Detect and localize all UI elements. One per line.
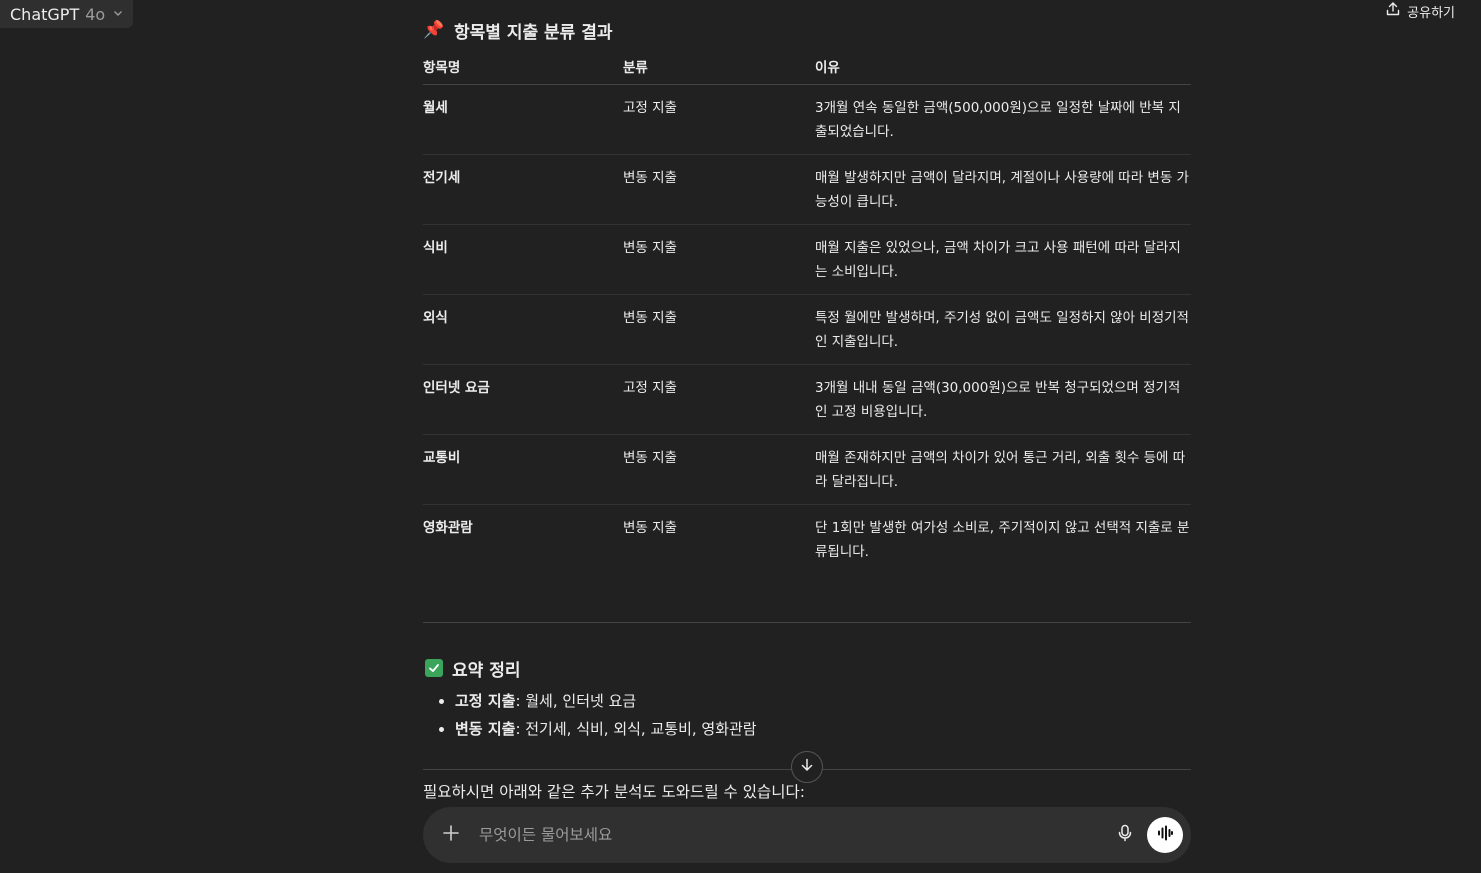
arrow-down-icon bbox=[799, 757, 815, 777]
followup-text: 필요하시면 아래와 같은 추가 분석도 도와드릴 수 있습니다: bbox=[423, 783, 805, 801]
list-item: 변동 지출: 전기세, 식비, 외식, 교통비, 영화관람 bbox=[455, 715, 1191, 743]
cell-name: 영화관람 bbox=[423, 520, 473, 536]
classification-heading: 📌 항목별 지출 분류 결과 bbox=[423, 14, 1191, 46]
table-row: 월세 고정 지출 3개월 연속 동일한 금액(500,000원)으로 일정한 날… bbox=[423, 84, 1191, 155]
model-version: 4o bbox=[85, 4, 106, 24]
plus-icon bbox=[442, 823, 460, 848]
voice-mode-button[interactable] bbox=[1147, 817, 1183, 853]
cell-name: 전기세 bbox=[423, 154, 623, 225]
cell-name: 식비 bbox=[423, 224, 623, 295]
cell-reason: 3개월 연속 동일한 금액(500,000원)으로 일정한 날짜에 반복 지출되… bbox=[815, 84, 1191, 155]
table-row: 전기세 변동 지출 매월 발생하지만 금액이 달라지며, 계절이나 사용량에 따… bbox=[423, 154, 1191, 225]
composer bbox=[423, 807, 1191, 863]
expense-table: 항목명 분류 이유 월세 고정 지출 3개월 연속 동일한 금액(500,000… bbox=[423, 48, 1191, 574]
cell-type: 변동 지출 bbox=[623, 520, 677, 536]
section-divider bbox=[423, 622, 1191, 623]
table-row: 인터넷 요금 고정 지출 3개월 내내 동일 금액(30,000원)으로 반복 … bbox=[423, 364, 1191, 435]
column-header-type: 분류 bbox=[623, 48, 815, 85]
table-row: 식비 변동 지출 매월 지출은 있었으나, 금액 차이가 크고 사용 패턴에 따… bbox=[423, 224, 1191, 295]
chevron-down-icon bbox=[113, 8, 123, 21]
table-row: 영화관람 변동 지출 단 1회만 발생한 여가성 소비로, 주기적이지 않고 선… bbox=[423, 505, 1191, 575]
column-header-name: 항목명 bbox=[423, 48, 623, 85]
cell-type: 변동 지출 bbox=[623, 294, 815, 365]
table-row: 외식 변동 지출 특정 월에만 발생하며, 주기성 없이 금액도 일정하지 않아… bbox=[423, 294, 1191, 365]
pushpin-icon: 📌 bbox=[423, 20, 445, 40]
check-mark-icon bbox=[425, 659, 443, 677]
scroll-down-button[interactable] bbox=[791, 751, 823, 783]
share-button[interactable]: 공유하기 bbox=[1385, 0, 1455, 22]
cell-name: 월세 bbox=[423, 84, 623, 155]
cell-reason: 특정 월에만 발생하며, 주기성 없이 금액도 일정하지 않아 비정기적인 지출… bbox=[815, 294, 1191, 365]
model-switcher[interactable]: ChatGPT 4o bbox=[0, 0, 134, 28]
cell-type: 변동 지출 bbox=[623, 154, 815, 225]
cell-reason: 매월 발생하지만 금액이 달라지며, 계절이나 사용량에 따라 변동 가능성이 … bbox=[815, 154, 1191, 225]
list-item: 고정 지출: 월세, 인터넷 요금 bbox=[455, 687, 1191, 715]
column-header-reason: 이유 bbox=[815, 48, 1191, 85]
table-header-row: 항목명 분류 이유 bbox=[423, 48, 1191, 85]
share-label: 공유하기 bbox=[1407, 5, 1455, 21]
cell-name: 인터넷 요금 bbox=[423, 364, 623, 435]
cell-type: 변동 지출 bbox=[623, 224, 815, 295]
summary-title: 요약 정리 bbox=[452, 660, 521, 681]
table-row: 교통비 변동 지출 매월 존재하지만 금액의 차이가 있어 통근 거리, 외출 … bbox=[423, 434, 1191, 505]
microphone-icon bbox=[1117, 824, 1133, 846]
prompt-input[interactable] bbox=[477, 825, 1109, 845]
classification-title: 항목별 지출 분류 결과 bbox=[454, 22, 613, 43]
summary-value: : 월세, 인터넷 요금 bbox=[515, 692, 637, 710]
summary-heading: 요약 정리 bbox=[423, 653, 1191, 683]
summary-key: 고정 지출 bbox=[455, 692, 516, 710]
cell-type: 고정 지출 bbox=[623, 84, 815, 155]
summary-value: : 전기세, 식비, 외식, 교통비, 영화관람 bbox=[515, 720, 757, 738]
summary-list: 고정 지출: 월세, 인터넷 요금 변동 지출: 전기세, 식비, 외식, 교통… bbox=[423, 687, 1191, 743]
cell-name: 외식 bbox=[423, 294, 623, 365]
cell-name: 교통비 bbox=[423, 434, 623, 505]
voice-wave-icon bbox=[1156, 824, 1174, 846]
cell-reason: 매월 지출은 있었으나, 금액 차이가 크고 사용 패턴에 따라 달라지는 소비… bbox=[815, 224, 1191, 295]
model-name: ChatGPT bbox=[10, 4, 80, 24]
cell-type: 변동 지출 bbox=[623, 434, 815, 505]
summary-key: 변동 지출 bbox=[455, 720, 516, 738]
assistant-message: 📌 항목별 지출 분류 결과 항목명 분류 이유 월세 고정 지출 3개월 연속… bbox=[423, 14, 1191, 770]
cell-reason: 단 1회만 발생한 여가성 소비로, 주기적이지 않고 선택적 지출로 분류됩니… bbox=[815, 520, 1190, 560]
cell-reason: 3개월 내내 동일 금액(30,000원)으로 반복 청구되었으며 정기적인 고… bbox=[815, 364, 1191, 435]
share-icon bbox=[1385, 1, 1401, 21]
cell-type: 고정 지출 bbox=[623, 364, 815, 435]
cell-reason: 매월 존재하지만 금액의 차이가 있어 통근 거리, 외출 횟수 등에 따라 달… bbox=[815, 434, 1191, 505]
microphone-button[interactable] bbox=[1109, 819, 1141, 851]
plus-button[interactable] bbox=[439, 823, 463, 847]
